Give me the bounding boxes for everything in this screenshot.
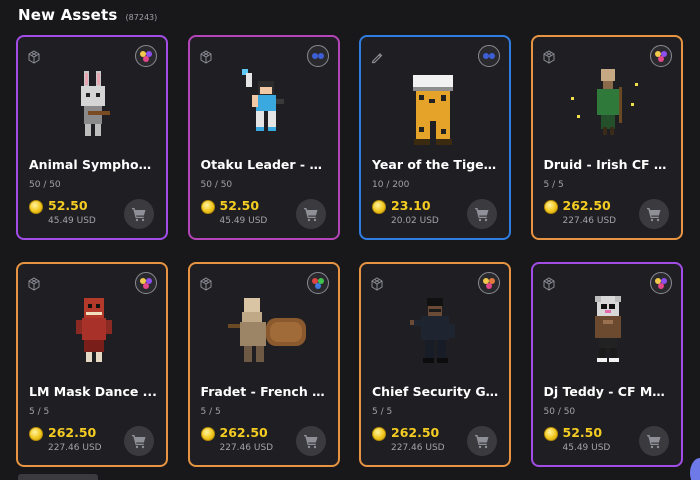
asset-usd-price: 227.46 USD: [48, 443, 102, 453]
add-to-cart-button[interactable]: [124, 426, 154, 456]
asset-thumbnail: [81, 71, 110, 136]
voxel-icon: [27, 276, 41, 291]
voxel-icon: [542, 49, 556, 64]
asset-price: 262.50: [48, 425, 97, 440]
rarity-badge: [135, 272, 157, 294]
voxel-icon: [199, 49, 213, 64]
asset-name: Fradet - French C...: [200, 384, 330, 399]
voxel-icon: [542, 276, 556, 291]
asset-thumbnail: [594, 296, 621, 362]
asset-usd-price: 227.46 USD: [219, 443, 274, 453]
next-section-header: [18, 474, 118, 480]
coin-icon: [543, 200, 558, 214]
asset-usd-price: 20.02 USD: [391, 216, 439, 226]
add-to-cart-button[interactable]: [467, 199, 497, 229]
badge-dot: [657, 283, 664, 289]
rarity-badge: [478, 272, 500, 294]
asset-usd-price: 227.46 USD: [562, 216, 617, 226]
asset-price: 262.50: [391, 425, 440, 440]
asset-card[interactable]: Otaku Leader - C... 50 / 50 52.50 45.49 …: [187, 35, 340, 240]
asset-card[interactable]: Year of the Tiger ... 10 / 200 23.10 20.…: [359, 35, 511, 240]
add-to-cart-button[interactable]: [295, 426, 326, 456]
badge-dot: [317, 53, 324, 59]
badge-dot: [143, 56, 149, 62]
asset-card[interactable]: Animal Symphon... 50 / 50 52.50 45.49 US…: [16, 35, 168, 240]
asset-name: Animal Symphon...: [29, 157, 158, 172]
asset-thumbnail: [76, 298, 112, 362]
add-to-cart-button[interactable]: [295, 199, 326, 229]
asset-edition: 5 / 5: [543, 180, 564, 190]
asset-thumbnail: [227, 298, 306, 362]
asset-usd-price: 45.49 USD: [562, 443, 611, 453]
voxel-icon: [370, 276, 384, 291]
asset-thumbnail: [570, 69, 638, 135]
asset-card[interactable]: Dj Teddy - CF Mu... 50 / 50 52.50 45.49 …: [530, 262, 683, 467]
asset-thumbnail: [413, 75, 453, 145]
asset-name: Otaku Leader - C...: [200, 157, 330, 172]
rarity-badge: [649, 45, 672, 67]
voxel-icon: [27, 49, 41, 64]
coin-icon: [543, 427, 558, 441]
rarity-badge: [478, 45, 500, 67]
asset-name: Year of the Tiger ...: [372, 157, 501, 172]
badge-dot: [143, 283, 149, 289]
voxel-icon: [199, 276, 213, 291]
asset-count: (87243): [125, 13, 158, 22]
coin-icon: [29, 427, 43, 441]
asset-price: 52.50: [48, 198, 88, 213]
asset-price: 262.50: [562, 198, 611, 213]
coin-icon: [372, 427, 386, 441]
section-header: New Assets (87243): [18, 6, 157, 26]
asset-edition: 5 / 5: [29, 407, 50, 417]
asset-name: LM Mask Dance ...: [29, 384, 157, 399]
badge-dot: [314, 283, 321, 289]
asset-edition: 50 / 50: [29, 180, 61, 190]
asset-thumbnail: [241, 69, 284, 131]
rarity-badge: [306, 272, 329, 294]
rarity-badge: [649, 272, 672, 294]
badge-dot: [489, 53, 495, 59]
add-to-cart-button[interactable]: [638, 199, 669, 229]
asset-edition: 5 / 5: [372, 407, 393, 417]
asset-card[interactable]: LM Mask Dance ... 5 / 5 262.50 227.46 US…: [16, 262, 168, 467]
asset-usd-price: 45.49 USD: [219, 216, 268, 226]
badge-dot: [486, 283, 492, 289]
coin-icon: [372, 200, 386, 214]
asset-usd-price: 227.46 USD: [391, 443, 445, 453]
asset-name: Chief Security Gu...: [372, 384, 501, 399]
asset-grid: Animal Symphon... 50 / 50 52.50 45.49 US…: [16, 35, 700, 467]
asset-edition: 50 / 50: [543, 407, 576, 417]
asset-price: 23.10: [391, 198, 431, 213]
rarity-badge: [306, 45, 329, 67]
asset-edition: 5 / 5: [200, 407, 221, 417]
asset-card[interactable]: Fradet - French C... 5 / 5 262.50 227.46…: [187, 262, 340, 467]
asset-price: 262.50: [219, 425, 268, 440]
add-to-cart-button[interactable]: [124, 199, 154, 229]
badge-dot: [311, 53, 318, 59]
add-to-cart-button[interactable]: [467, 426, 497, 456]
badge-dot: [657, 56, 664, 62]
asset-name: Dj Teddy - CF Mu...: [543, 384, 673, 399]
add-to-cart-button[interactable]: [638, 426, 669, 456]
rarity-badge: [135, 45, 157, 67]
asset-price: 52.50: [562, 425, 603, 440]
asset-usd-price: 45.49 USD: [48, 216, 96, 226]
asset-card[interactable]: Chief Security Gu... 5 / 5 262.50 227.46…: [359, 262, 511, 467]
asset-thumbnail: [410, 298, 455, 363]
asset-edition: 10 / 200: [372, 180, 410, 190]
coin-icon: [200, 200, 215, 214]
section-title: New Assets: [18, 6, 118, 24]
asset-card[interactable]: Druid - Irish CF F... 5 / 5 262.50 227.4…: [530, 35, 683, 240]
coin-icon: [200, 427, 215, 441]
asset-price: 52.50: [219, 198, 260, 213]
coin-icon: [29, 200, 43, 214]
asset-edition: 50 / 50: [200, 180, 233, 190]
pen-icon: [370, 49, 384, 64]
asset-name: Druid - Irish CF F...: [543, 157, 673, 172]
